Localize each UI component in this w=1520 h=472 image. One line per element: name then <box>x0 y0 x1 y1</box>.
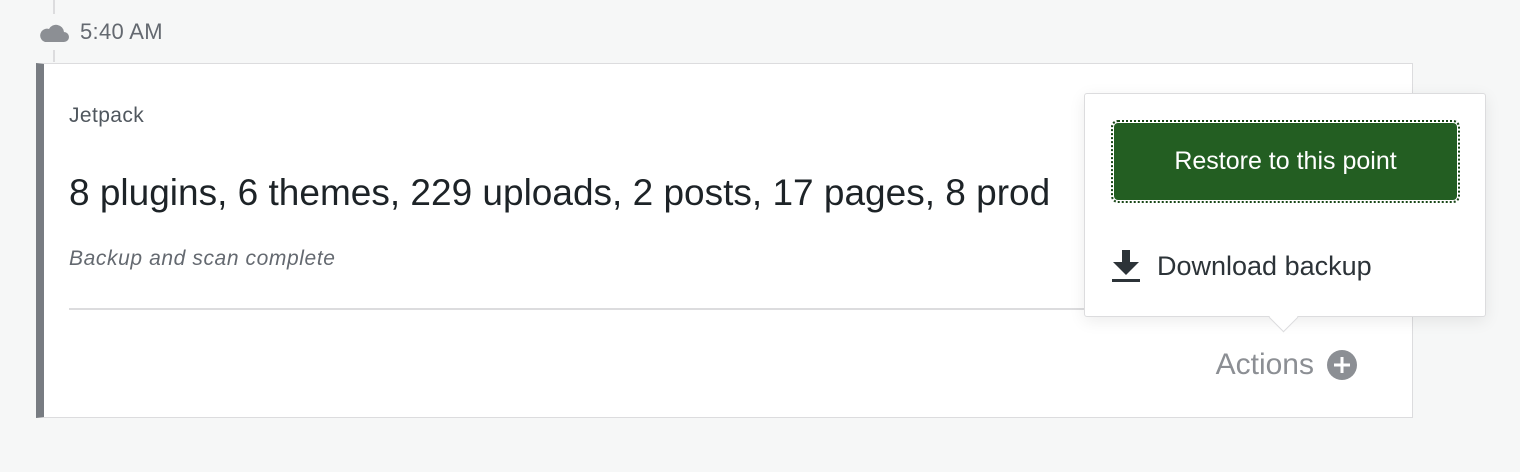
cloud-icon <box>40 24 69 42</box>
actions-popover: Restore to this point Download backup <box>1084 93 1486 317</box>
download-backup-button[interactable]: Download backup <box>1111 248 1372 284</box>
actions-label: Actions <box>1215 348 1314 381</box>
restore-button[interactable]: Restore to this point <box>1111 120 1460 203</box>
actions-button[interactable]: Actions <box>1216 348 1358 382</box>
activity-log-stage: 5:40 AM Jetpack 8 plugins, 6 themes, 229… <box>0 0 1520 472</box>
event-source: Jetpack <box>69 104 145 127</box>
backup-summary: 8 plugins, 6 themes, 229 uploads, 2 post… <box>69 172 1051 213</box>
backup-status: Backup and scan complete <box>69 247 336 270</box>
download-backup-label: Download backup <box>1157 250 1372 281</box>
timestamp: 5:40 AM <box>80 19 163 44</box>
plus-circle-icon <box>1327 350 1357 380</box>
download-icon <box>1112 250 1140 282</box>
timeline-entry-header: 5:40 AM <box>38 14 167 50</box>
